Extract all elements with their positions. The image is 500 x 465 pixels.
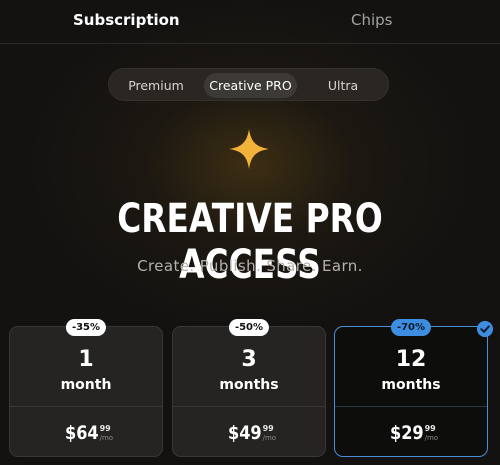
top-tab-bar: Subscription Chips [0, 0, 500, 44]
price-cents: 99 [424, 424, 436, 433]
card-divider [173, 406, 325, 407]
discount-badge: -70% [390, 319, 432, 336]
plan-switcher: Premium Creative PRO Ultra [108, 68, 389, 101]
price-cents: 99 [262, 424, 274, 433]
price-amount: $64 [64, 422, 99, 444]
duration-number: 1 [78, 347, 94, 372]
page-subtitle: Create. Publish. Share. Earn. [137, 257, 363, 275]
price: $49 99/mo [173, 422, 325, 444]
plan-card-3-months[interactable]: -50% 3 months $49 99/mo [172, 319, 326, 457]
subscription-screen: Subscription Chips Premium Creative PRO … [0, 0, 500, 465]
checkmark-icon [477, 321, 493, 337]
duration-unit: month [60, 377, 112, 393]
plan-premium[interactable]: Premium [119, 73, 193, 98]
discount-badge: -35% [65, 319, 107, 336]
sparkle-icon [229, 129, 269, 169]
tab-chips[interactable]: Chips [351, 11, 392, 29]
duration-unit: months [219, 377, 279, 393]
card-divider [335, 406, 487, 407]
price-cents: 99 [99, 424, 111, 433]
card-divider [10, 406, 162, 407]
price-amount: $49 [227, 422, 262, 444]
duration-number: 3 [241, 347, 257, 372]
price-period: /mo [262, 434, 277, 442]
discount-badge: -50% [228, 319, 270, 336]
plan-creative-pro[interactable]: Creative PRO [204, 73, 297, 98]
plan-card-12-months[interactable]: -70% 12 months $29 99/mo [334, 319, 493, 457]
price: $64 99/mo [10, 422, 162, 444]
tab-subscription[interactable]: Subscription [73, 11, 180, 29]
price-period: /mo [99, 434, 114, 442]
plan-ultra[interactable]: Ultra [311, 73, 375, 98]
price: $29 99/mo [335, 422, 487, 444]
price-period: /mo [424, 434, 439, 442]
plan-card-1-month[interactable]: -35% 1 month $64 99/mo [9, 319, 163, 457]
price-amount: $29 [389, 422, 424, 444]
duration-number: 12 [395, 347, 427, 372]
duration-unit: months [381, 377, 441, 393]
